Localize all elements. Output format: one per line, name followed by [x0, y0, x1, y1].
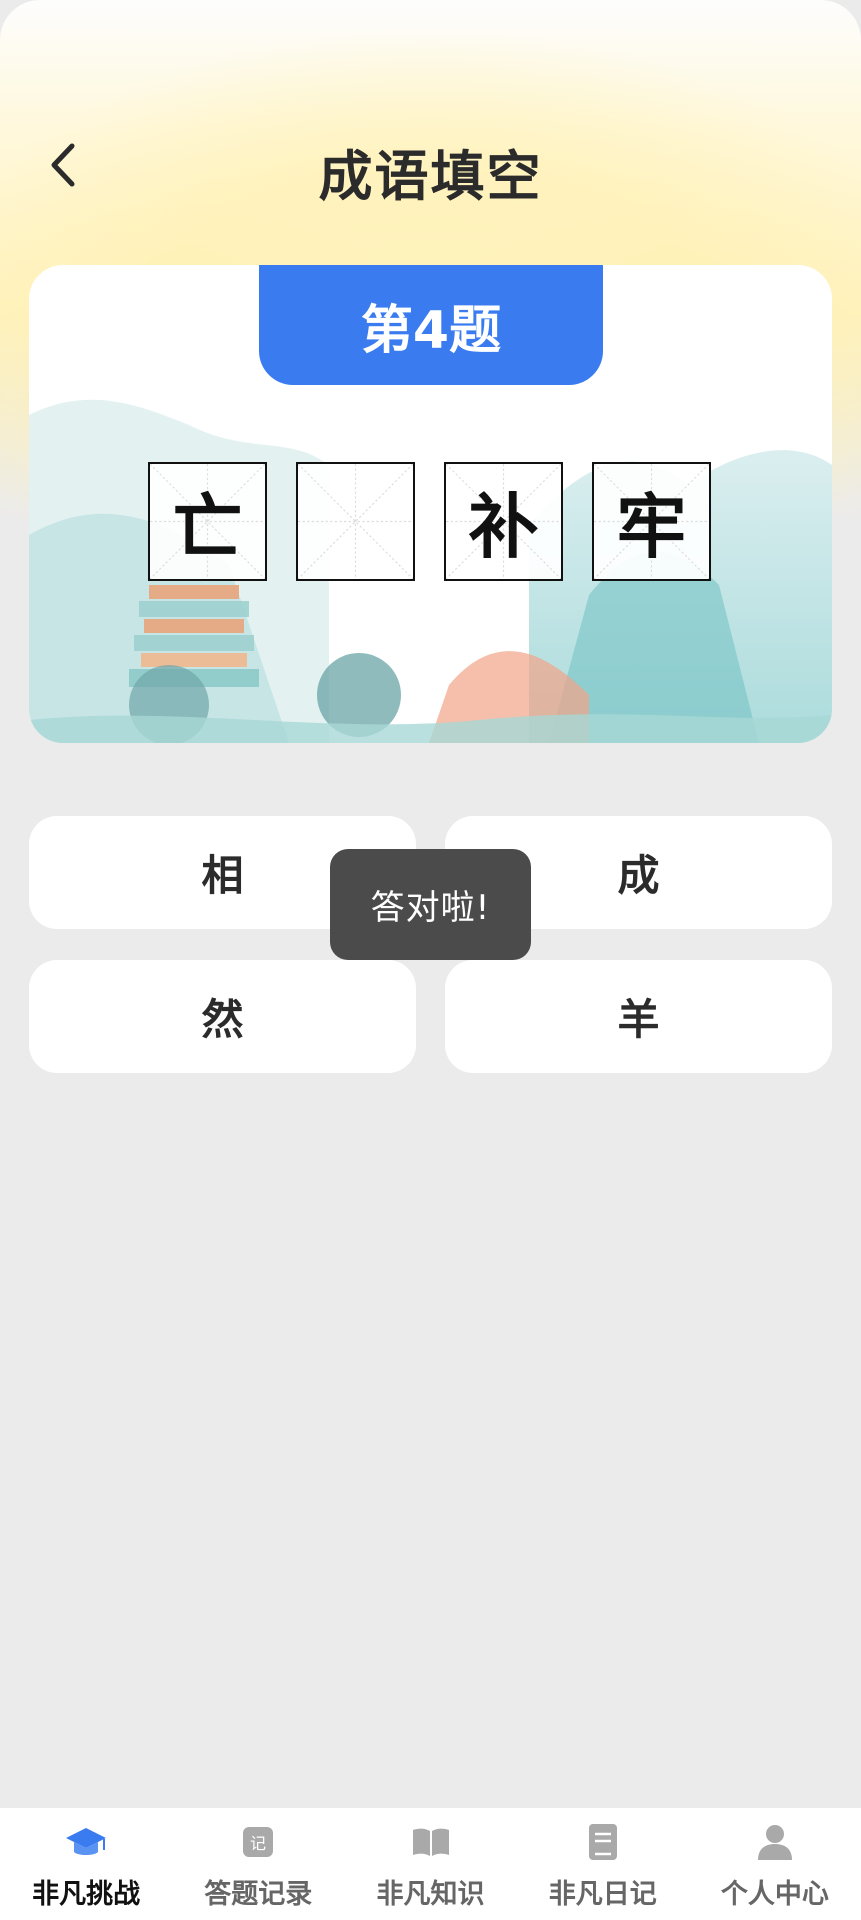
tab-label: 个人中心: [720, 1879, 829, 1910]
tab-profile[interactable]: 个人中心: [689, 1808, 861, 1920]
idiom-boxes: 亡 补 牢: [148, 462, 711, 581]
tab-label: 非凡知识: [376, 1879, 485, 1910]
toast-message: 答对啦!: [330, 849, 531, 960]
person-icon: [757, 1825, 792, 1860]
graduation-cap-icon: [66, 1828, 107, 1855]
idiom-char-box: 牢: [592, 462, 711, 581]
open-book-icon: [412, 1828, 449, 1856]
idiom-char-box: 亡: [148, 462, 267, 581]
question-number-tab: 第4题: [259, 265, 603, 385]
tab-label: 答题记录: [204, 1879, 313, 1910]
page-title: 成语填空: [318, 145, 543, 208]
svg-text:记: 记: [250, 1834, 266, 1853]
tab-label: 非凡日记: [548, 1879, 657, 1910]
tab-challenge[interactable]: 非凡挑战: [0, 1808, 172, 1920]
idiom-blank-box[interactable]: [296, 462, 415, 581]
tab-diary[interactable]: 非凡日记: [517, 1808, 689, 1920]
idiom-char: 补: [468, 486, 539, 568]
tab-knowledge[interactable]: 非凡知识: [344, 1808, 516, 1920]
idiom-char: 牢: [616, 486, 687, 568]
option-button[interactable]: 然: [29, 960, 416, 1073]
idiom-char-box: 补: [444, 462, 563, 581]
tab-records[interactable]: 记 答题记录: [172, 1808, 344, 1920]
record-icon: 记: [243, 1827, 274, 1857]
idiom-char: 亡: [172, 486, 243, 568]
tab-label: 非凡挑战: [32, 1879, 141, 1910]
diary-icon: [588, 1824, 617, 1860]
bottom-tab-bar: 非凡挑战 记 答题记录 非凡知识 非凡日记 个人中心: [0, 1808, 861, 1920]
option-button[interactable]: 羊: [445, 960, 832, 1073]
question-card: 第4题 亡 补 牢: [29, 265, 832, 743]
